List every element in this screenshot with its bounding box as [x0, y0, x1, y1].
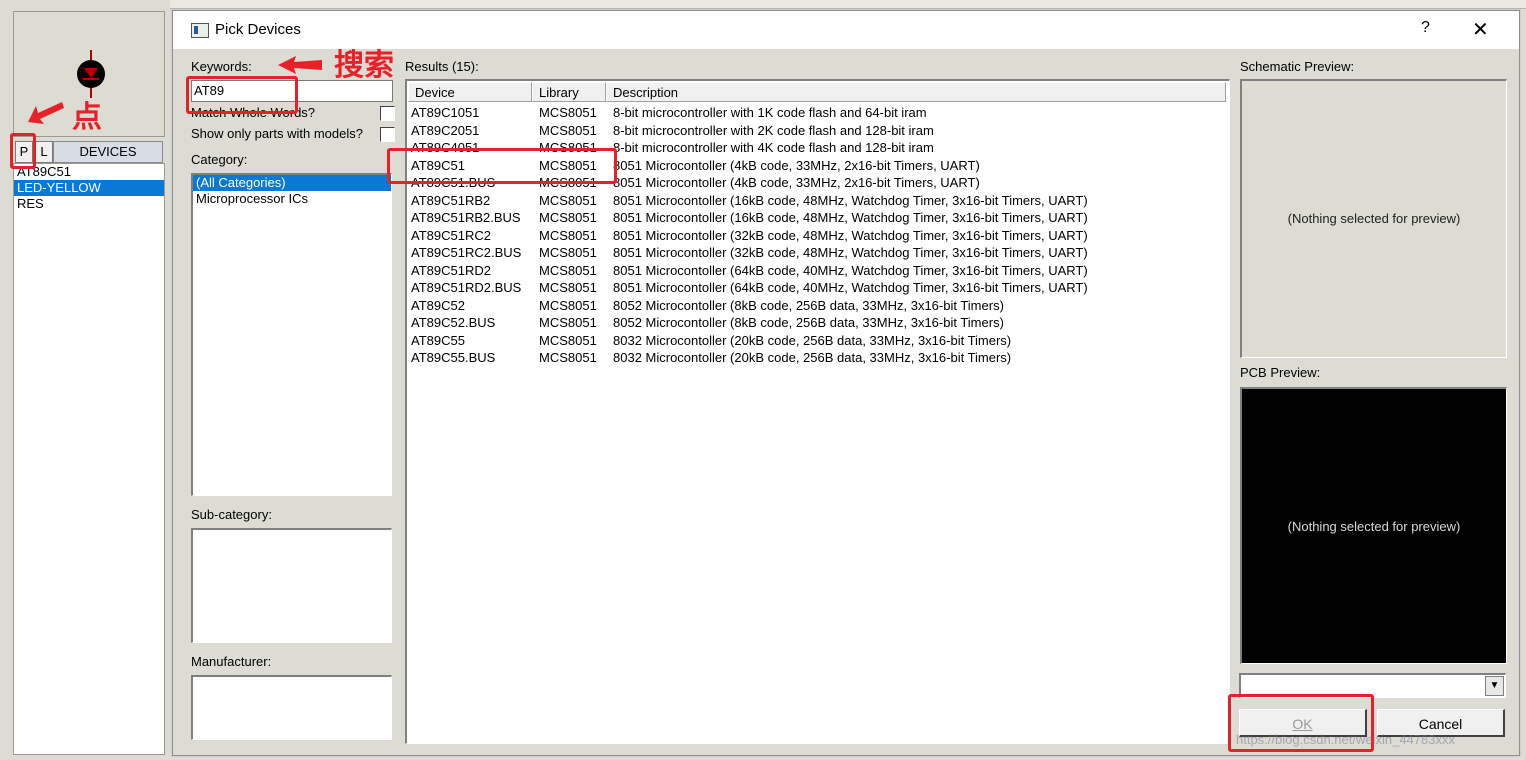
arrow-icon [28, 102, 64, 124]
pcb-preview: (Nothing selected for preview) [1240, 387, 1507, 664]
device-cell: AT89C55.BUS [411, 350, 496, 365]
device-cell: AT89C51RD2.BUS [411, 280, 522, 295]
subcategory-label: Sub-category: [191, 507, 272, 522]
column-header-device[interactable]: Device [408, 82, 532, 102]
library-cell: MCS8051 [539, 262, 597, 278]
device-item[interactable]: RES [14, 196, 164, 212]
library-cell: MCS8051 [539, 122, 597, 138]
table-row[interactable]: AT89C51RD2 MCS8051 8051 Microcontoller (64… [407, 262, 1229, 280]
device-cell: AT89C51RC2 [411, 227, 491, 243]
library-cell: MCS8051 [539, 350, 597, 365]
category-label: Category: [191, 152, 248, 167]
pcb-preview-label: PCB Preview: [1240, 365, 1321, 380]
schematic-preview-message: (Nothing selected for preview) [1287, 211, 1461, 226]
device-cell: AT89C51RC2.BUS [411, 245, 522, 260]
schematic-preview-label: Schematic Preview: [1240, 59, 1355, 74]
device-cell: AT89C55 [411, 332, 465, 348]
match-whole-words-checkbox[interactable] [380, 106, 395, 121]
description-cell: 8051 Microcontoller (4kB code, 33MHz, 2x… [613, 175, 980, 190]
description-cell: 8-bit microcontroller with 4K code flash… [613, 140, 934, 155]
library-cell: MCS8051 [539, 105, 597, 120]
toolbar-strip [0, 0, 1526, 9]
table-row[interactable]: AT89C2051 MCS8051 8-bit microcontroller wi… [407, 122, 1229, 140]
description-cell: 8051 Microcontoller (32kB code, 48MHz, W… [613, 245, 1088, 260]
description-cell: 8-bit microcontroller with 2K code flash… [613, 122, 934, 138]
library-cell: MCS8051 [539, 192, 597, 208]
description-cell: 8051 Microcontoller (32kB code, 48MHz, W… [613, 227, 1088, 243]
manufacturer-label: Manufacturer: [191, 654, 272, 669]
results-label: Results (15): [405, 59, 479, 74]
devices-header: DEVICES [53, 141, 163, 163]
close-button[interactable]: ✕ [1472, 17, 1489, 42]
schematic-preview: (Nothing selected for preview) [1240, 79, 1507, 358]
cancel-button-label: Cancel [1418, 716, 1463, 732]
result-highlight [387, 148, 617, 184]
keywords-highlight [186, 76, 298, 114]
description-cell: 8051 Microcontoller (64kB code, 40MHz, W… [613, 280, 1088, 295]
arrow-icon [278, 56, 322, 74]
category-item[interactable]: Microprocessor ICs [193, 191, 391, 207]
library-cell: MCS8051 [539, 210, 597, 225]
device-cell: AT89C52 [411, 297, 465, 313]
device-cell: AT89C2051 [411, 122, 480, 138]
library-cell: MCS8051 [539, 315, 597, 330]
manufacturer-list[interactable] [191, 675, 392, 740]
library-cell: MCS8051 [539, 245, 597, 260]
keywords-label: Keywords: [191, 59, 252, 74]
pick-devices-dialog: Pick Devices ? ✕ Keywords: AT89 Match Wh… [172, 10, 1520, 756]
dialog-title: Pick Devices [215, 21, 301, 38]
description-cell: 8051 Microcontoller (64kB code, 40MHz, W… [613, 262, 1088, 278]
description-cell: 8052 Microcontoller (8kB code, 256B data… [613, 297, 1004, 313]
device-cell: AT89C1051 [411, 105, 480, 120]
category-item[interactable]: (All Categories) [193, 175, 391, 191]
device-item[interactable]: LED-YELLOW [14, 180, 164, 196]
help-button[interactable]: ? [1421, 19, 1430, 37]
library-cell: MCS8051 [539, 332, 597, 348]
table-row[interactable]: AT89C52.BUS MCS8051 8052 Microcontoller (8… [407, 314, 1229, 332]
watermark: https://blog.csdn.net/weixin_44783xxx [1236, 732, 1455, 747]
library-manager-button[interactable]: L [35, 141, 53, 163]
library-cell: MCS8051 [539, 297, 597, 313]
table-row[interactable]: AT89C51RC2.BUS MCS8051 8051 Microcontoller… [407, 244, 1229, 262]
show-only-models-checkbox[interactable] [380, 127, 395, 142]
app-icon [191, 23, 209, 38]
table-row[interactable]: AT89C51RB2 MCS8051 8051 Microcontoller (16… [407, 192, 1229, 210]
description-cell: 8052 Microcontoller (8kB code, 256B data… [613, 315, 1004, 330]
table-row[interactable]: AT89C51RB2.BUS MCS8051 8051 Microcontoller… [407, 209, 1229, 227]
table-row[interactable]: AT89C51RC2 MCS8051 8051 Microcontoller (32… [407, 227, 1229, 245]
table-row[interactable]: AT89C52 MCS8051 8052 Microcontoller (8kB c… [407, 297, 1229, 315]
device-list[interactable]: AT89C51 LED-YELLOW RES [13, 163, 165, 755]
results-rows: AT89C1051 MCS8051 8-bit microcontroller wi… [407, 104, 1229, 367]
device-cell: AT89C51RB2.BUS [411, 210, 521, 225]
device-cell: AT89C51RD2 [411, 262, 491, 278]
table-row[interactable]: AT89C1051 MCS8051 8-bit microcontroller wi… [407, 104, 1229, 122]
description-cell: 8032 Microcontoller (20kB code, 256B dat… [613, 332, 1012, 348]
p-button-highlight [10, 133, 36, 169]
table-row[interactable]: AT89C55 MCS8051 8032 Microcontoller (20kB … [407, 332, 1229, 350]
library-cell: MCS8051 [539, 227, 597, 243]
description-cell: 8-bit microcontroller with 1K code flash… [613, 105, 927, 120]
device-cell: AT89C51RB2 [411, 192, 491, 208]
click-annotation: 点 [72, 101, 102, 134]
table-row[interactable]: AT89C51RD2.BUS MCS8051 8051 Microcontoller… [407, 279, 1229, 297]
search-annotation: 搜索 [334, 49, 394, 82]
description-cell: 8032 Microcontoller (20kB code, 256B dat… [613, 350, 1012, 365]
show-only-models-label: Show only parts with models? [191, 126, 363, 141]
subcategory-list[interactable] [191, 528, 392, 643]
library-cell: MCS8051 [539, 280, 597, 295]
device-cell: AT89C52.BUS [411, 315, 496, 330]
category-list[interactable]: (All Categories) Microprocessor ICs [191, 173, 392, 496]
chevron-down-icon[interactable]: ▼ [1485, 676, 1504, 696]
device-item[interactable]: AT89C51 [14, 164, 164, 180]
column-header-description[interactable]: Description [606, 82, 1226, 102]
table-row[interactable]: AT89C55.BUS MCS8051 8032 Microcontoller (2… [407, 349, 1229, 367]
pcb-preview-message: (Nothing selected for preview) [1287, 519, 1461, 534]
description-cell: 8051 Microcontoller (16kB code, 48MHz, W… [613, 210, 1088, 225]
description-cell: 8051 Microcontoller (4kB code, 33MHz, 2x… [613, 157, 980, 173]
description-cell: 8051 Microcontoller (16kB code, 48MHz, W… [613, 192, 1088, 208]
column-header-library[interactable]: Library [532, 82, 606, 102]
